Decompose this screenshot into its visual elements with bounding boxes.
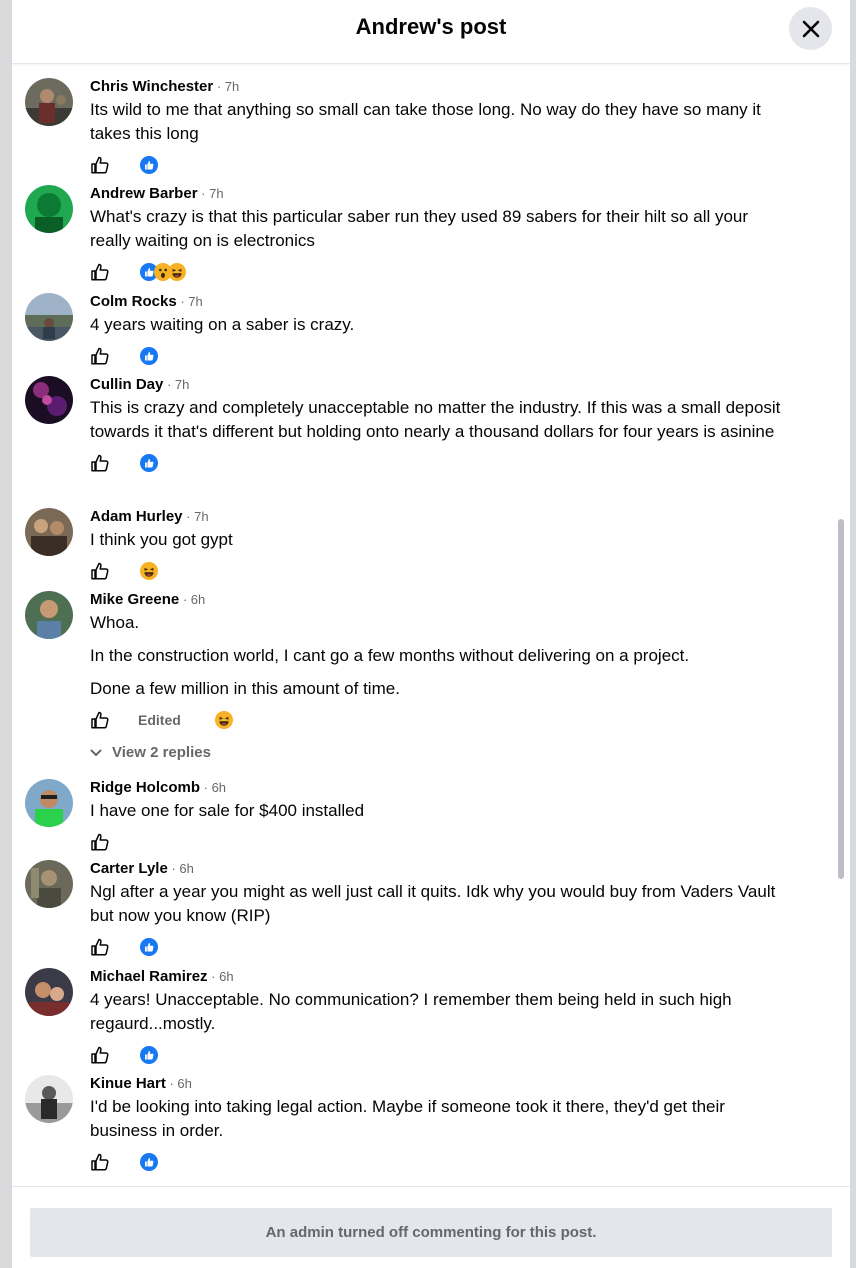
modal-title: Andrew's post	[355, 14, 507, 39]
reaction-summary[interactable]	[140, 938, 158, 956]
comment-text: 4 years waiting on a saber is crazy.	[90, 315, 355, 334]
like-reaction-icon	[140, 454, 158, 472]
avatar[interactable]	[25, 78, 73, 126]
avatar[interactable]	[25, 860, 73, 908]
avatar[interactable]	[25, 293, 73, 341]
comment-author[interactable]: Mike Greene	[90, 591, 179, 608]
close-button[interactable]	[789, 7, 832, 50]
comment-text: Done a few million in this amount of tim…	[90, 679, 400, 698]
avatar[interactable]	[25, 968, 73, 1016]
edited-label: Edited	[138, 712, 181, 728]
comment-time[interactable]: 7h	[175, 377, 189, 392]
like-button-icon[interactable]	[90, 1045, 110, 1065]
reaction-summary[interactable]	[140, 263, 186, 281]
comment-author[interactable]: Adam Hurley	[90, 508, 183, 525]
reaction-summary[interactable]	[140, 1046, 158, 1064]
like-button-icon[interactable]	[90, 561, 110, 581]
comment-text: I'd be looking into taking legal action.…	[90, 1097, 725, 1140]
comment-time[interactable]: 7h	[194, 509, 208, 524]
haha-reaction-icon	[168, 263, 186, 281]
comment-text: I think you got gypt	[90, 530, 233, 549]
haha-reaction-icon	[140, 562, 158, 580]
scrollbar-thumb[interactable]	[838, 519, 844, 879]
like-button-icon[interactable]	[90, 1152, 110, 1172]
reaction-summary[interactable]	[140, 1153, 158, 1171]
avatar[interactable]	[25, 376, 73, 424]
view-replies-label: View 2 replies	[112, 744, 211, 761]
reaction-summary[interactable]	[140, 454, 158, 472]
comment-author[interactable]: Andrew Barber	[90, 185, 198, 202]
comment-time[interactable]: 7h	[209, 186, 223, 201]
comment-text: 4 years! Unacceptable. No communication?…	[90, 990, 732, 1033]
like-reaction-icon	[140, 938, 158, 956]
like-button-icon[interactable]	[90, 262, 110, 282]
comment-time[interactable]: 6h	[179, 861, 193, 876]
like-reaction-icon	[140, 1046, 158, 1064]
comment-author[interactable]: Michael Ramirez	[90, 968, 208, 985]
avatar[interactable]	[25, 1075, 73, 1123]
modal-header: Andrew's post	[12, 0, 850, 64]
like-button-icon[interactable]	[90, 453, 110, 473]
haha-reaction-icon	[215, 711, 233, 729]
avatar[interactable]	[25, 185, 73, 233]
comment-time[interactable]: 6h	[212, 780, 226, 795]
like-button-icon[interactable]	[90, 937, 110, 957]
view-replies-button[interactable]: View 2 replies	[90, 744, 211, 761]
commenting-disabled-notice: An admin turned off commenting for this …	[30, 1208, 832, 1257]
like-button-icon[interactable]	[90, 832, 110, 852]
reaction-summary[interactable]	[140, 562, 158, 580]
comment-author[interactable]: Kinue Hart	[90, 1075, 166, 1092]
avatar[interactable]	[25, 591, 73, 639]
avatar[interactable]	[25, 508, 73, 556]
comment-text: Its wild to me that anything so small ca…	[90, 100, 761, 143]
like-button-icon[interactable]	[90, 710, 110, 730]
chevron-down-icon	[90, 749, 102, 756]
like-reaction-icon	[140, 347, 158, 365]
comment-text: What's crazy is that this particular sab…	[90, 207, 749, 250]
comment-author[interactable]: Colm Rocks	[90, 293, 177, 310]
like-reaction-icon	[140, 156, 158, 174]
comment-author[interactable]: Carter Lyle	[90, 860, 168, 877]
reaction-summary[interactable]	[215, 711, 233, 729]
comment-author[interactable]: Ridge Holcomb	[90, 779, 200, 796]
avatar[interactable]	[25, 779, 73, 827]
like-reaction-icon	[140, 1153, 158, 1171]
post-modal: Andrew's post Chris Winchester · 7h Its …	[12, 0, 850, 1268]
modal-footer: An admin turned off commenting for this …	[12, 1186, 850, 1268]
comment-time[interactable]: 6h	[177, 1076, 191, 1091]
comment-time[interactable]: 7h	[188, 294, 202, 309]
reaction-summary[interactable]	[140, 347, 158, 365]
comment-list: Chris Winchester · 7h Its wild to me tha…	[12, 66, 850, 1186]
comment-author[interactable]: Cullin Day	[90, 376, 163, 393]
comment-text: Whoa.	[90, 613, 140, 632]
comment-time[interactable]: 6h	[219, 969, 233, 984]
comment-time[interactable]: 6h	[191, 592, 205, 607]
comment-text: In the construction world, I cant go a f…	[90, 646, 690, 665]
comment-author[interactable]: Chris Winchester	[90, 78, 213, 95]
comment-text: This is crazy and completely unacceptabl…	[90, 398, 781, 441]
comment-time[interactable]: 7h	[225, 79, 239, 94]
comment-text: I have one for sale for $400 installed	[90, 801, 365, 820]
close-icon	[802, 20, 819, 37]
like-button-icon[interactable]	[90, 155, 110, 175]
like-button-icon[interactable]	[90, 346, 110, 366]
reaction-summary[interactable]	[140, 156, 158, 174]
comment-text: Ngl after a year you might as well just …	[90, 882, 776, 925]
